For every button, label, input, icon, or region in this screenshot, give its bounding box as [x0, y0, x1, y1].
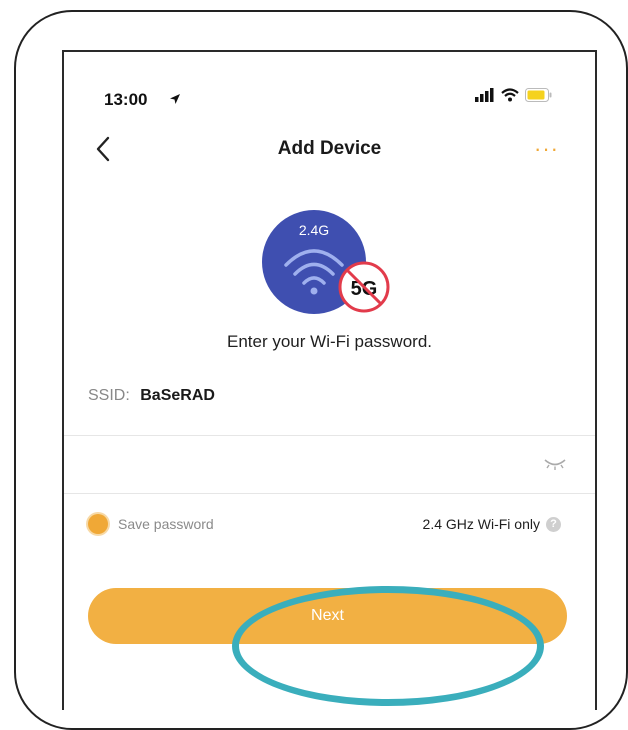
nav-bar: Add Device ···	[64, 124, 595, 174]
ssid-row: SSID: BaSeRAD	[88, 387, 215, 405]
save-password-row: Save password	[88, 514, 214, 534]
band-2g-label: 2.4G	[299, 222, 329, 238]
eye-closed-icon[interactable]	[543, 457, 567, 476]
ssid-label: SSID:	[88, 387, 130, 404]
app-screen: 13:00 Add Device ··· 2.4G Enter your Wi-…	[62, 50, 597, 710]
battery-icon	[525, 88, 553, 107]
cellular-signal-icon	[475, 88, 495, 107]
password-prompt: Enter your Wi-Fi password.	[227, 332, 432, 351]
save-password-radio[interactable]	[88, 514, 108, 534]
status-icons	[475, 88, 553, 107]
ssid-value: BaSeRAD	[140, 387, 215, 404]
status-time: 13:00	[104, 90, 148, 109]
save-password-label: Save password	[118, 516, 214, 532]
password-input[interactable]	[64, 435, 595, 493]
location-arrow-icon	[169, 92, 181, 110]
wifi-band-note: 2.4 GHz Wi-Fi only ?	[423, 516, 561, 532]
divider	[64, 493, 595, 494]
wifi-band-illustration: 2.4G 5G	[262, 207, 392, 317]
highlight-ring	[232, 586, 544, 706]
page-title: Add Device	[277, 138, 382, 159]
wifi-note-label: 2.4 GHz Wi-Fi only	[422, 516, 540, 532]
wifi-icon	[501, 88, 519, 107]
question-icon[interactable]: ?	[546, 516, 561, 532]
more-button[interactable]: ···	[534, 136, 559, 162]
